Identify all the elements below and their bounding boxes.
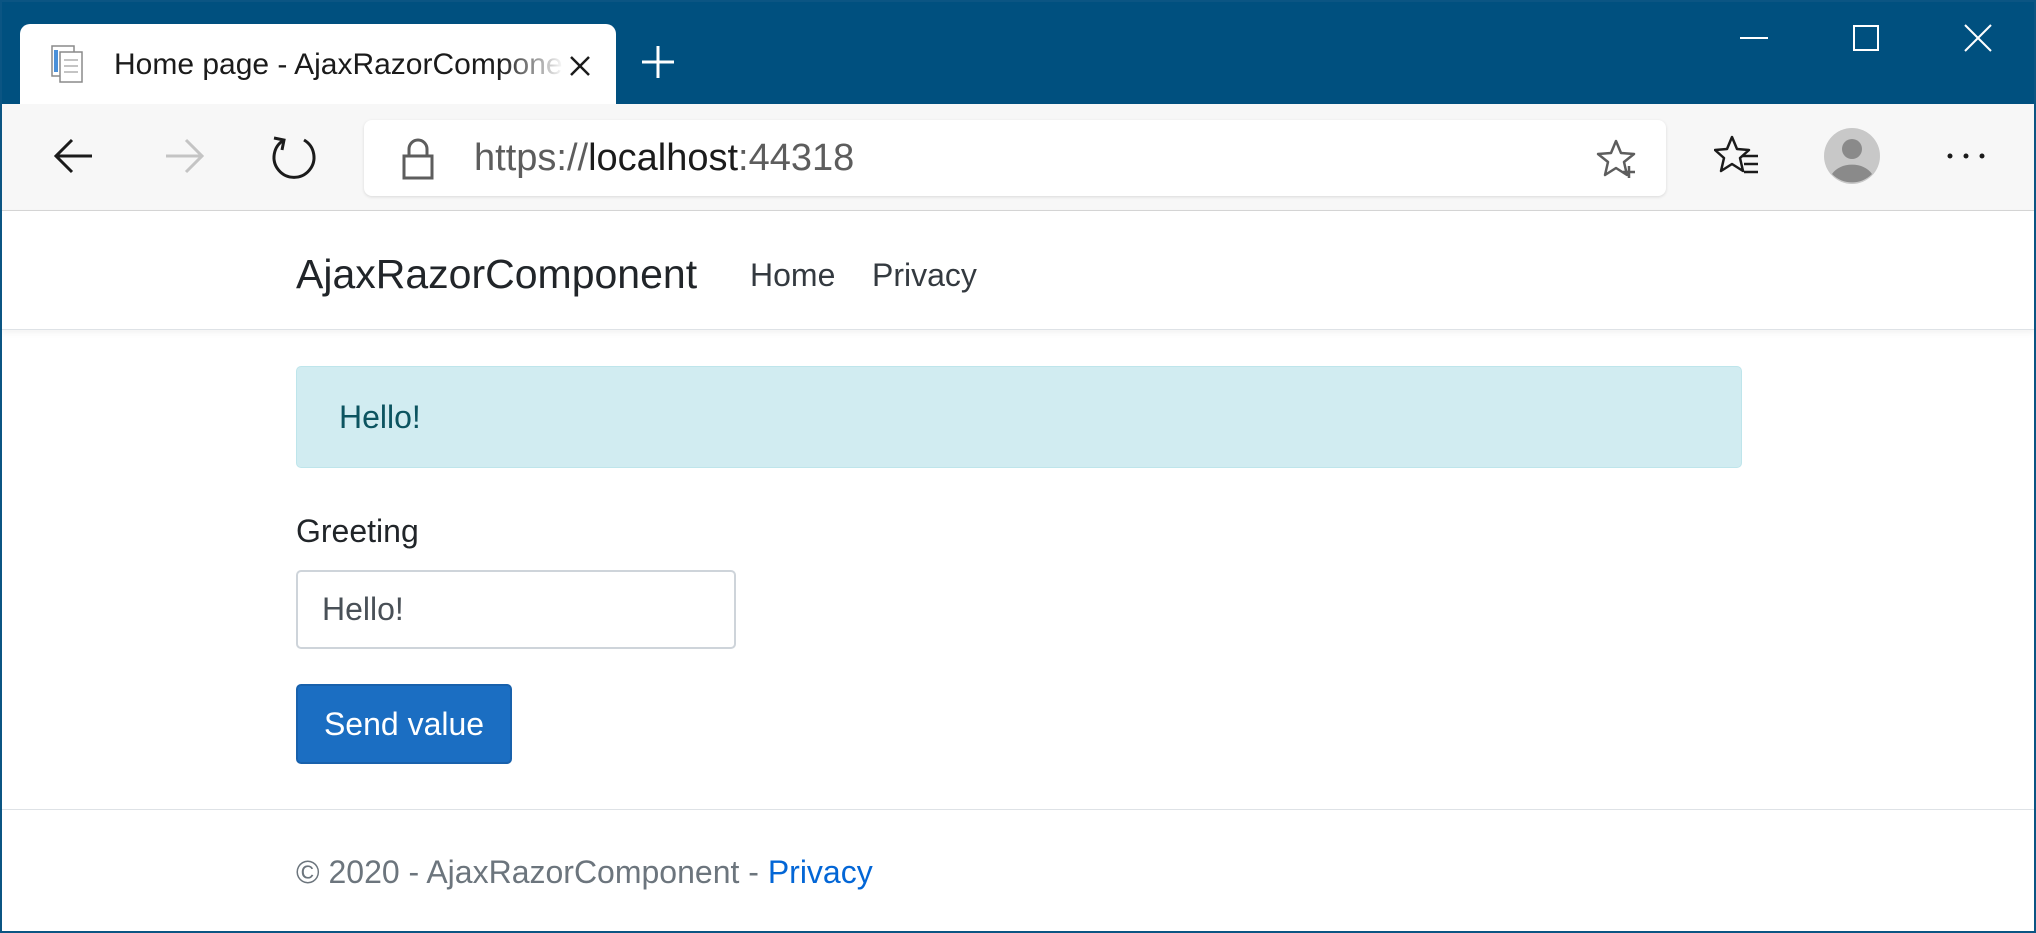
nav-privacy[interactable]: Privacy [872,257,977,294]
arrow-left-icon[interactable] [52,134,96,178]
avatar-icon[interactable] [1824,128,1880,184]
minimize-icon[interactable] [1736,20,1772,56]
greeting-input[interactable] [296,570,736,649]
star-add-icon[interactable] [1596,138,1638,180]
nav-home[interactable]: Home [750,257,835,294]
browser-window: Home page - AjaxRazorComponent https://l… [0,0,2036,933]
alert-text: Hello! [339,399,421,435]
refresh-icon[interactable] [270,132,318,180]
send-value-button[interactable]: Send value [296,684,512,764]
arrow-right-icon[interactable] [162,134,206,178]
footer-privacy-link[interactable]: Privacy [768,854,873,890]
footer-text: © 2020 - AjaxRazorComponent - Privacy [296,854,873,891]
tab-title: Home page - AjaxRazorComponent [114,48,564,81]
url-scheme: https:// [474,137,589,179]
url-port: :44318 [738,137,855,179]
favorites-icon[interactable] [1714,134,1760,178]
greeting-label: Greeting [296,513,419,549]
title-bar: Home page - AjaxRazorComponent [2,2,2034,106]
web-page: AjaxRazorComponent Home Privacy Hello! G… [2,211,2034,931]
address-bar[interactable]: https://localhost:44318 [364,120,1666,196]
close-tab-icon[interactable] [564,50,596,82]
browser-toolbar: https://localhost:44318 [2,104,2034,211]
url-host: localhost [588,137,739,179]
plus-icon[interactable] [638,42,678,82]
site-footer: © 2020 - AjaxRazorComponent - Privacy [2,809,2034,931]
footer-copyright: © 2020 - AjaxRazorComponent - [296,854,768,890]
page-icon [51,45,83,83]
url-text[interactable]: https://localhost:44318 [474,136,854,180]
close-icon[interactable] [1960,20,1996,56]
site-brand[interactable]: AjaxRazorComponent [296,251,697,298]
ellipsis-icon[interactable] [1944,148,1988,164]
maximize-icon[interactable] [1848,20,1884,56]
lock-icon[interactable] [400,138,436,180]
site-navbar: AjaxRazorComponent Home Privacy [2,211,2034,330]
greeting-alert: Hello! [296,366,1742,468]
browser-tab[interactable]: Home page - AjaxRazorComponent [20,24,616,106]
